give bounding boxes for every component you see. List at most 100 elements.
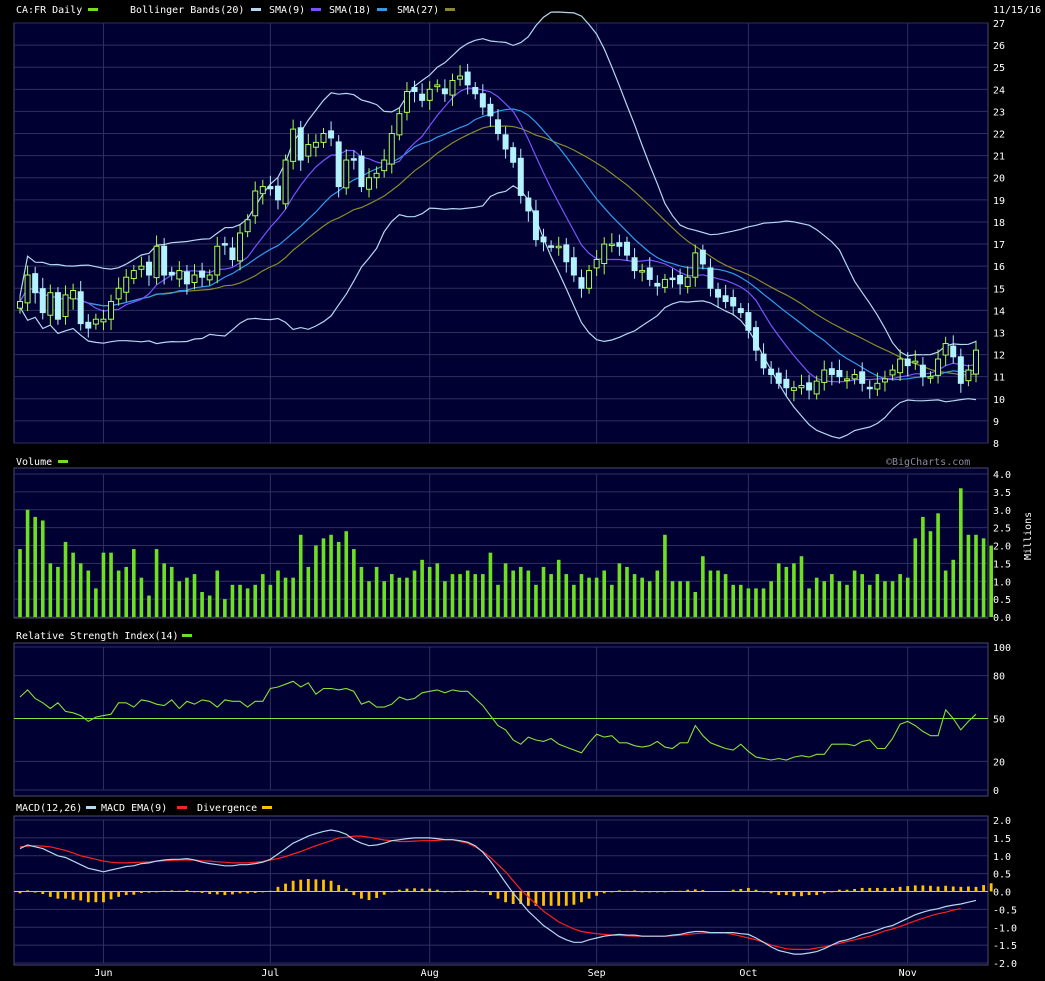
price-tick-label: 17 (993, 240, 1005, 251)
candle-body (396, 113, 403, 136)
volume-bar (56, 566, 60, 617)
volume-bar (807, 588, 811, 617)
candle-body (183, 271, 190, 285)
rsi-panel (13, 642, 989, 797)
candle-body (715, 289, 722, 298)
divergence-bar (466, 890, 470, 892)
candle-body (806, 382, 813, 391)
volume-bar (314, 545, 318, 617)
candle-body (973, 349, 979, 375)
divergence-bar (481, 891, 485, 893)
volume-bar (207, 595, 212, 617)
volume-bar (610, 584, 614, 617)
candle-body (844, 378, 851, 381)
candle-body (252, 190, 259, 217)
volume-bar (549, 574, 553, 617)
price-tick-label: 16 (993, 262, 1005, 273)
volume-bar (716, 570, 720, 617)
candle-body (737, 308, 744, 314)
volume-bar (693, 591, 698, 617)
divergence-bar (405, 888, 409, 892)
divergence-bar (314, 879, 318, 892)
divergence-bar (944, 885, 948, 892)
divergence-bar (891, 887, 894, 892)
divergence-bar (580, 891, 583, 903)
volume-bar (883, 581, 887, 617)
divergence-bar (769, 891, 773, 894)
volume-bar (40, 520, 45, 617)
candle-body (39, 288, 46, 314)
candle-body (540, 236, 547, 243)
candle-body (919, 364, 926, 378)
symbol-label: CA:FR Daily (16, 5, 82, 16)
divergence-bar (193, 891, 196, 893)
divergence-bar (261, 891, 265, 893)
candle-body (487, 103, 494, 117)
candle-body (449, 79, 456, 96)
price-tick-label: 27 (993, 19, 1005, 30)
rsi-tick-label: 0 (993, 786, 999, 797)
divergence-bar (435, 889, 439, 892)
macd-tick-label: -1.5 (993, 941, 1017, 952)
divergence-bar (595, 891, 599, 896)
rsi-label: Relative Strength Index(14) (16, 631, 179, 642)
candle-body (836, 369, 843, 378)
divergence-bar (921, 885, 925, 892)
candle-body (464, 71, 471, 86)
candle-body (563, 244, 570, 263)
candle-body (707, 267, 714, 289)
candle-body (237, 232, 244, 262)
divergence-bar (208, 891, 212, 895)
volume-tick-label: 4.0 (993, 470, 1011, 481)
rsi-tick-label: 100 (993, 643, 1011, 654)
candle-body (176, 270, 183, 280)
legend-bollinger: Bollinger Bands(20) (130, 5, 244, 16)
divergence-bar (18, 891, 22, 894)
volume-bar (647, 581, 652, 617)
divergence-bar (557, 891, 561, 906)
volume-bar (450, 574, 455, 617)
candle-body (881, 378, 888, 383)
volume-bar (845, 584, 849, 617)
candle-body (47, 292, 54, 316)
volume-bar (822, 581, 827, 617)
divergence-bar (845, 889, 849, 892)
month-tick-label: Aug (421, 968, 439, 979)
divergence-bar (124, 891, 128, 896)
candle-body (305, 144, 312, 157)
volume-bar (556, 559, 561, 617)
stock-chart: Jun Jul Aug Sep Oct Nov 8 9 10 11 12 13 14 15 16 17 18 19… (0, 0, 1045, 981)
volume-swatch (58, 460, 68, 463)
rsi-swatch (182, 634, 192, 637)
volume-bar (541, 566, 546, 617)
candle-body (297, 127, 304, 161)
volume-bar (928, 531, 933, 617)
divergence-bar (306, 878, 310, 892)
candle-body (403, 91, 410, 113)
divergence-bar (762, 891, 765, 893)
candle-body (646, 267, 653, 280)
price-tick-label: 10 (993, 395, 1005, 406)
legend-divergence-swatch (262, 806, 272, 809)
candle-body (525, 197, 532, 212)
divergence-bar (784, 891, 788, 896)
volume-bar (708, 570, 713, 617)
volume-bar (959, 488, 963, 617)
candle-body (616, 242, 623, 247)
volume-bar (936, 513, 940, 617)
volume-bar (701, 556, 705, 617)
volume-bar (420, 559, 424, 617)
volume-bar (78, 563, 83, 617)
candle-body (661, 278, 668, 288)
volume-bar (18, 549, 22, 617)
volume-bar (86, 570, 91, 617)
divergence-bar (724, 891, 728, 892)
volume-bar (238, 584, 242, 617)
macd-tick-label: 0.0 (993, 888, 1011, 899)
divergence-bar (671, 890, 674, 892)
candle-body (760, 353, 767, 369)
candle-body (851, 373, 858, 380)
volume-bar (526, 570, 531, 617)
volume-bar (245, 588, 250, 617)
volume-bar (754, 588, 758, 617)
